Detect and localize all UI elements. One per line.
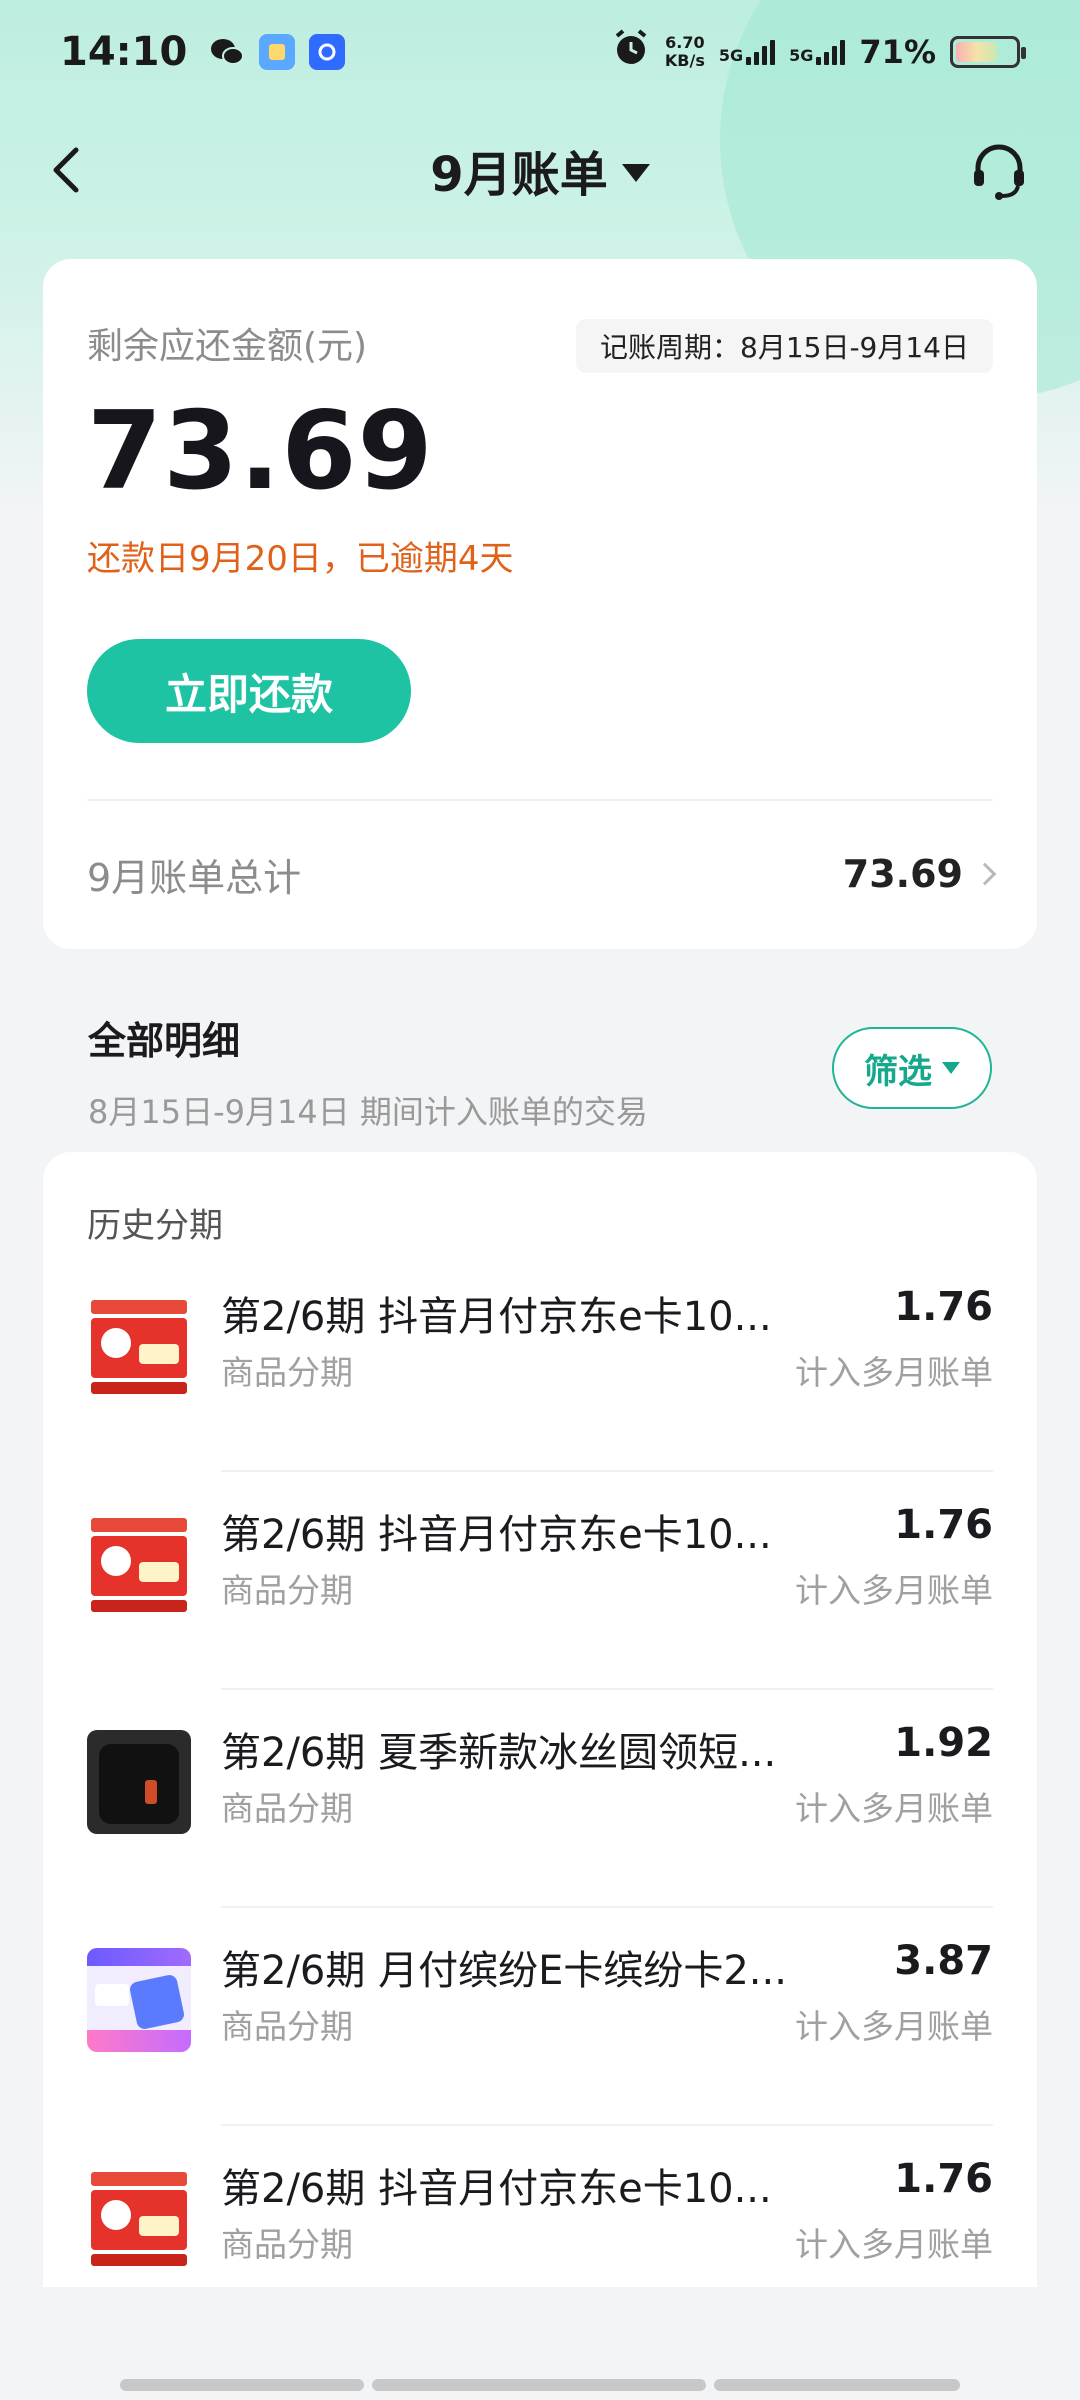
wechat-icon <box>209 34 245 70</box>
item-note: 计入多月账单 <box>795 1789 993 1828</box>
list-section-title: 历史分期 <box>87 1206 223 1246</box>
transaction-list: 历史分期 第2/6期 抖音月付京东e卡10... 商品分期 1.76 计入多月账… <box>43 1152 1037 2287</box>
item-amount: 1.76 <box>894 2156 993 2202</box>
item-title: 第2/6期 夏季新款冰丝圆领短... <box>221 1730 777 1776</box>
filter-label: 筛选 <box>864 1051 932 1092</box>
jd-ecard-thumbnail <box>87 2166 191 2270</box>
item-type: 商品分期 <box>221 1353 353 1392</box>
bill-summary-card: 剩余应还金额(元) 记账周期：8月15日-9月14日 73.69 还款日9月20… <box>43 259 1037 949</box>
jd-ecard-thumbnail <box>87 1294 191 1398</box>
gesture-bar[interactable] <box>120 2379 364 2391</box>
details-subtitle: 8月15日-9月14日 期间计入账单的交易 <box>88 1093 648 1131</box>
item-note: 计入多月账单 <box>795 2225 993 2264</box>
jd-ecard-thumbnail <box>87 1512 191 1616</box>
pay-now-button[interactable]: 立即还款 <box>87 639 411 743</box>
item-title: 第2/6期 抖音月付京东e卡10... <box>221 1512 772 1558</box>
tshirt-thumbnail <box>87 1730 191 1834</box>
item-type: 商品分期 <box>221 1789 353 1828</box>
item-amount: 1.76 <box>894 1284 993 1330</box>
bill-month-selector[interactable]: 9月账单 <box>430 135 650 205</box>
headset-icon[interactable] <box>966 138 1032 204</box>
browser-app-icon <box>309 34 346 70</box>
item-amount: 1.76 <box>894 1502 993 1548</box>
item-title: 第2/6期 抖音月付京东e卡10... <box>221 1294 772 1340</box>
net-speed: 6.70 KB/s <box>664 33 705 70</box>
remaining-amount: 73.69 <box>87 389 434 514</box>
files-app-icon <box>259 34 296 70</box>
status-indicators: 6.70 KB/s 5G 5G 71% <box>611 28 1026 76</box>
item-amount: 3.87 <box>894 1938 993 1984</box>
item-type: 商品分期 <box>221 1571 353 1610</box>
status-bar: 14:10 6.70 KB/s 5G 5G 71% <box>0 0 1080 104</box>
list-item[interactable]: 第2/6期 夏季新款冰丝圆领短... 商品分期 1.92 计入多月账单 <box>87 1690 993 1908</box>
signal-sim1: 5G <box>719 39 776 65</box>
list-item[interactable]: 第2/6期 抖音月付京东e卡10... 商品分期 1.76 计入多月账单 <box>87 1472 993 1690</box>
item-note: 计入多月账单 <box>795 1571 993 1610</box>
list-item[interactable]: 第2/6期 月付缤纷E卡缤纷卡2... 商品分期 3.87 计入多月账单 <box>87 1908 993 2126</box>
bill-total-label: 9月账单总计 <box>87 855 302 900</box>
item-type: 商品分期 <box>221 2007 353 2046</box>
caret-down-icon <box>621 164 650 182</box>
status-time: 14:10 <box>60 29 188 75</box>
item-note: 计入多月账单 <box>795 1353 993 1392</box>
item-title: 第2/6期 抖音月付京东e卡10... <box>221 2166 772 2212</box>
bill-total-row[interactable]: 9月账单总计 73.69 <box>87 819 997 929</box>
gesture-bar[interactable] <box>372 2379 706 2391</box>
overdue-note: 还款日9月20日，已逾期4天 <box>87 539 514 579</box>
page-title: 9月账单 <box>430 147 608 203</box>
back-arrow-icon[interactable] <box>40 140 100 200</box>
item-type: 商品分期 <box>221 2225 353 2264</box>
bill-total-amount: 73.69 <box>842 852 963 896</box>
nav-bar: 9月账单 <box>0 120 1080 220</box>
remaining-amount-label: 剩余应还金额(元) <box>87 326 368 367</box>
gesture-bar[interactable] <box>714 2379 960 2391</box>
caret-down-icon <box>942 1062 960 1074</box>
billing-period-chip: 记账周期：8月15日-9月14日 <box>576 319 993 373</box>
item-note: 计入多月账单 <box>795 2007 993 2046</box>
binfen-ecard-thumbnail <box>87 1948 191 2052</box>
chevron-right-icon <box>973 862 997 886</box>
alarm-icon <box>611 28 651 76</box>
bottom-bar <box>0 2287 1080 2400</box>
filter-button[interactable]: 筛选 <box>832 1027 992 1109</box>
list-item[interactable]: 第2/6期 抖音月付京东e卡10... 商品分期 1.76 计入多月账单 <box>87 1254 993 1472</box>
details-header: 全部明细 8月15日-9月14日 期间计入账单的交易 <box>88 1010 648 1133</box>
battery-icon <box>950 36 1026 68</box>
divider <box>87 799 993 801</box>
signal-sim2: 5G <box>789 39 846 65</box>
details-title: 全部明细 <box>88 1019 241 1063</box>
item-title: 第2/6期 月付缤纷E卡缤纷卡2... <box>221 1948 787 1994</box>
item-amount: 1.92 <box>894 1720 993 1766</box>
status-app-icons <box>209 34 346 70</box>
list-item[interactable]: 第2/6期 抖音月付京东e卡10... 商品分期 1.76 计入多月账单 <box>87 2126 993 2287</box>
battery-percent: 71% <box>859 33 936 71</box>
